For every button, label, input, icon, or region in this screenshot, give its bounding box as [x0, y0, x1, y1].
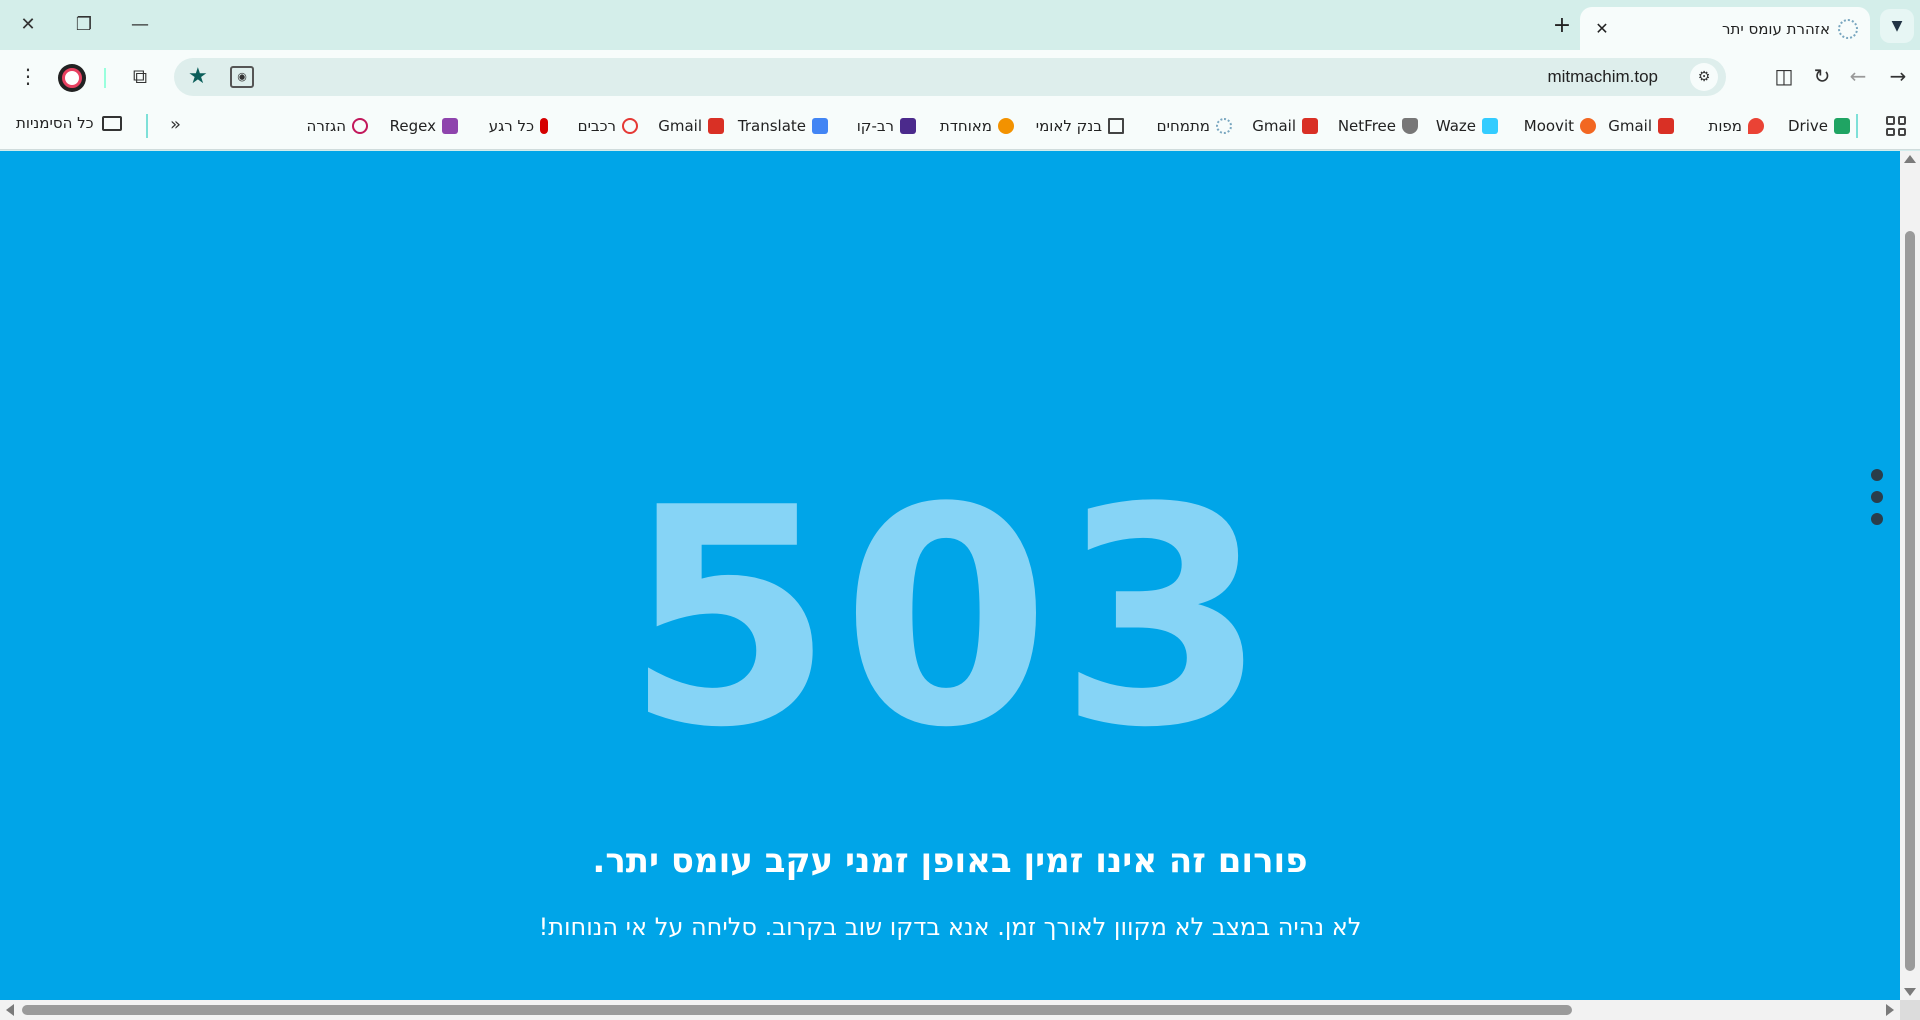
bookmark-bank-leumi[interactable]: בנק לאומי [1036, 114, 1124, 138]
bookmarks-divider-all [146, 114, 148, 138]
scroll-right-arrow-icon[interactable] [1886, 1004, 1894, 1016]
site-info-icon[interactable]: ⚙ [1690, 63, 1718, 91]
bookmark-netfree[interactable]: NetFree [1338, 114, 1418, 138]
scroll-down-arrow-icon[interactable] [1904, 988, 1916, 996]
chevron-down-icon: ▼ [1891, 18, 1903, 34]
forum-favicon-icon [1838, 18, 1858, 39]
rav-kav-icon [900, 118, 916, 134]
document-icon [1108, 118, 1124, 134]
netfree-shield-icon [1402, 118, 1418, 134]
google-translate-icon [812, 118, 828, 134]
extension-eye-icon[interactable]: ◉ [230, 66, 254, 88]
bookmarks-divider [1856, 114, 1858, 138]
forum-icon [1216, 118, 1232, 134]
tab-title: אזהרת עומס יתר [1722, 19, 1830, 38]
bookmark-translate[interactable]: Translate [738, 114, 828, 138]
toolbar-divider [104, 68, 106, 88]
apps-grid-icon[interactable] [1886, 116, 1906, 136]
meuhedet-icon [998, 118, 1014, 134]
window-close-button[interactable]: ✕ [0, 0, 56, 48]
back-arrow-icon[interactable]: → [1882, 60, 1914, 92]
tab-strip: ✕ ❐ — ▼ אזהרת עומס יתר ✕ + [0, 0, 1920, 50]
menu-kebab-icon[interactable]: ⋮ [12, 60, 44, 92]
gmail-icon [1302, 118, 1318, 134]
scroll-up-arrow-icon[interactable] [1904, 155, 1916, 163]
folder-icon [101, 115, 122, 131]
car-icon [622, 118, 638, 134]
gmail-icon [1658, 118, 1674, 134]
bookmarks-bar: Drive מפות Gmail Moovit Waze NetFree Gma… [0, 102, 1920, 150]
moovit-icon [1580, 118, 1596, 134]
all-bookmarks-button[interactable]: כל הסימניות [16, 114, 122, 132]
tab-close-icon[interactable]: ✕ [1592, 19, 1612, 38]
bookmark-gmail-1[interactable]: Gmail [1608, 114, 1674, 138]
kol-rega-icon [540, 118, 548, 134]
google-maps-icon [1748, 118, 1764, 134]
bookmark-moovit[interactable]: Moovit [1524, 114, 1596, 138]
window-restore-button[interactable]: ❐ [56, 0, 112, 48]
toolbar: → ← ↻ ◫ ★ ◉ mitmachim.top ⚙ ⧉ ⋮ [0, 50, 1920, 102]
bookmark-cars[interactable]: רכבים [578, 114, 638, 138]
reload-icon[interactable]: ↻ [1806, 60, 1838, 92]
vertical-scrollbar[interactable] [1900, 151, 1920, 1000]
bookmark-maps[interactable]: מפות [1708, 114, 1764, 138]
new-tab-button[interactable]: + [1549, 12, 1575, 38]
error-code: 503 [624, 444, 1276, 793]
bookmark-kol-rega[interactable]: כל רגע [489, 114, 548, 138]
horizontal-scrollbar[interactable] [0, 1000, 1900, 1020]
tab-active[interactable]: אזהרת עומס יתר ✕ [1580, 7, 1870, 50]
gmail-icon [708, 118, 724, 134]
bookmark-rav-kav[interactable]: רב-קו [857, 114, 916, 138]
bookmark-regex[interactable]: Regex [390, 114, 458, 138]
scrollbar-corner [1900, 1000, 1920, 1020]
bookmark-waze[interactable]: Waze [1436, 114, 1498, 138]
bookmark-meuhedet[interactable]: מאוחדת [940, 114, 1014, 138]
horizontal-scroll-thumb[interactable] [22, 1005, 1572, 1015]
address-bar[interactable]: ★ ◉ mitmachim.top ⚙ [174, 58, 1726, 96]
bookmark-mitmachim[interactable]: מתמחים [1157, 114, 1232, 138]
regex-check-icon [442, 118, 458, 134]
google-drive-icon [1834, 118, 1850, 134]
window-minimize-button[interactable]: — [112, 0, 168, 48]
split-view-icon[interactable]: ◫ [1768, 60, 1800, 92]
side-menu-dots-icon[interactable] [1871, 469, 1883, 535]
scroll-left-arrow-icon[interactable] [6, 1004, 14, 1016]
error-message: לא נהיה במצב לא מקוון לאורך זמן. אנא בדק… [538, 913, 1362, 941]
forward-arrow-icon[interactable]: ← [1842, 60, 1874, 92]
error-page: 503 פורום זה אינו זמין באופן זמני עקב עו… [0, 151, 1900, 1000]
extensions-puzzle-icon[interactable]: ⧉ [124, 60, 156, 92]
url-text[interactable]: mitmachim.top [1547, 67, 1658, 87]
bookmark-hagizra[interactable]: הגזרה [307, 114, 368, 138]
tab-search-button[interactable]: ▼ [1880, 9, 1914, 43]
chevron-double-left-icon[interactable]: » [170, 114, 181, 135]
hagizra-icon [352, 118, 368, 134]
bookmark-gmail-3[interactable]: Gmail [658, 114, 724, 138]
profile-avatar[interactable] [58, 64, 86, 92]
bookmark-gmail-2[interactable]: Gmail [1252, 114, 1318, 138]
waze-icon [1482, 118, 1498, 134]
bookmark-drive[interactable]: Drive [1788, 114, 1850, 138]
bookmark-star-icon[interactable]: ★ [188, 64, 208, 89]
error-headline: פורום זה אינו זמין באופן זמני עקב עומס י… [592, 841, 1308, 881]
vertical-scroll-thumb[interactable] [1905, 231, 1915, 971]
